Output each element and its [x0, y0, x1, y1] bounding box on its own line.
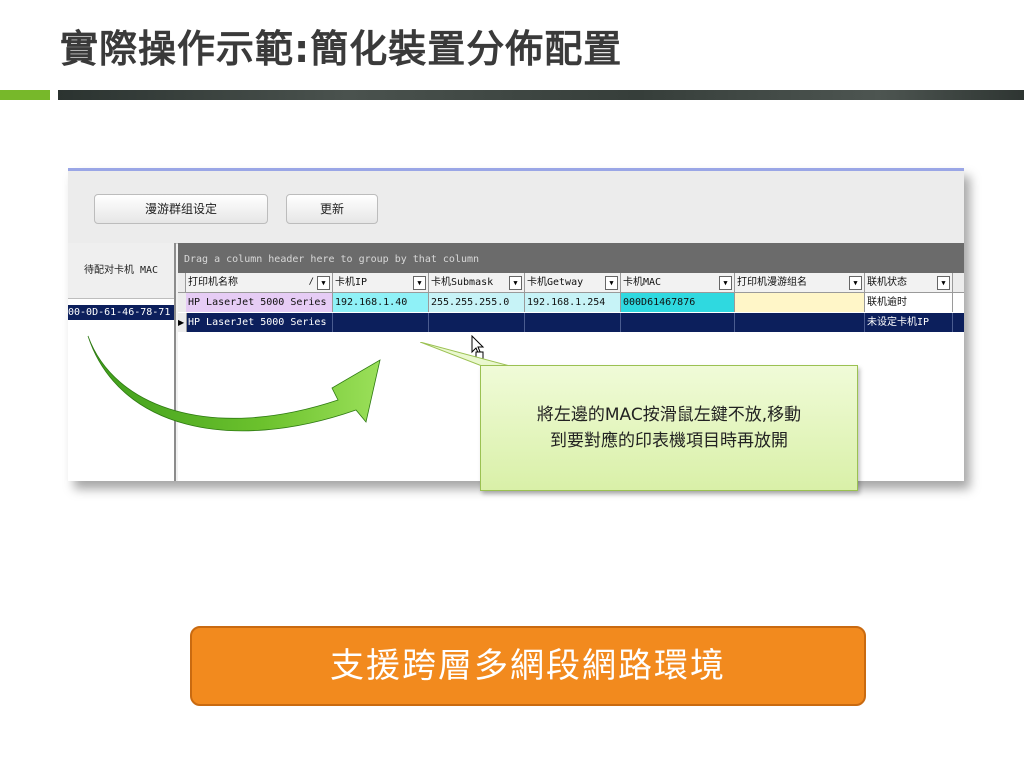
- column-label: 卡机Getway: [527, 277, 584, 288]
- header-gutter: [178, 273, 186, 292]
- column-header-roaming-group[interactable]: 打印机漫游组名 ▼: [735, 273, 865, 292]
- column-label: 卡机IP: [335, 277, 368, 288]
- column-label: 卡机Submask: [431, 277, 494, 288]
- connection-status-cell[interactable]: 联机逾时: [865, 293, 953, 312]
- card-submask-cell[interactable]: [429, 313, 525, 332]
- card-mac-cell[interactable]: 000D61467876: [621, 293, 735, 312]
- title-divider-bar: [58, 90, 1024, 100]
- update-button[interactable]: 更新: [286, 194, 378, 224]
- column-header-card-gateway[interactable]: 卡机Getway ▼: [525, 273, 621, 292]
- callout-line-1: 將左邊的MAC按滑鼠左鍵不放,移動: [536, 405, 802, 425]
- curved-arrow-icon: [87, 335, 381, 432]
- column-label: 打印机漫游组名: [737, 277, 807, 288]
- card-ip-cell[interactable]: 192.168.1.40: [333, 293, 429, 312]
- column-label: 打印机名称: [188, 277, 238, 288]
- sort-indicator: /: [308, 277, 314, 287]
- instruction-callout: 將左邊的MAC按滑鼠左鍵不放,移動 到要對應的印表機項目時再放開: [480, 365, 858, 491]
- column-header-card-submask[interactable]: 卡机Submask ▼: [429, 273, 525, 292]
- pending-mac-header: 待配对卡机 MAC: [68, 243, 174, 299]
- dropdown-arrow-icon[interactable]: ▼: [317, 276, 330, 290]
- column-header-card-ip[interactable]: 卡机IP ▼: [333, 273, 429, 292]
- group-by-hint[interactable]: Drag a column header here to group by th…: [178, 243, 964, 273]
- connection-status-cell[interactable]: 未设定卡机IP: [865, 313, 953, 332]
- column-header-connection-status[interactable]: 联机状态 ▼: [865, 273, 953, 292]
- dropdown-arrow-icon[interactable]: ▼: [849, 276, 862, 290]
- card-submask-cell[interactable]: 255.255.255.0: [429, 293, 525, 312]
- dropdown-arrow-icon[interactable]: ▼: [719, 276, 732, 290]
- dropdown-arrow-icon[interactable]: ▼: [413, 276, 426, 290]
- dropdown-arrow-icon[interactable]: ▼: [937, 276, 950, 290]
- slide-title: 實際操作示範:簡化裝置分佈配置: [60, 27, 623, 71]
- roaming-group-cell[interactable]: [735, 293, 865, 312]
- column-header-printer-name[interactable]: 打印机名称 / ▼: [186, 273, 333, 292]
- column-label: 联机状态: [867, 277, 907, 288]
- callout-line-2: 到要對應的印表機項目時再放開: [550, 431, 788, 451]
- toolbar: 漫游群组设定 更新: [68, 171, 964, 244]
- bottom-banner: 支援跨層多網段網路環境: [190, 626, 866, 706]
- column-header-card-mac[interactable]: 卡机MAC ▼: [621, 273, 735, 292]
- column-label: 卡机MAC: [623, 277, 662, 288]
- title-accent-bar: [0, 90, 50, 100]
- card-mac-cell[interactable]: [621, 313, 735, 332]
- card-gateway-cell[interactable]: 192.168.1.254: [525, 293, 621, 312]
- dropdown-arrow-icon[interactable]: ▼: [509, 276, 522, 290]
- grid-header-row: 打印机名称 / ▼ 卡机IP ▼ 卡机Submask ▼ 卡机Getway ▼ 卡机MAC…: [178, 273, 964, 293]
- roaming-group-cell[interactable]: [735, 313, 865, 332]
- roaming-group-settings-button[interactable]: 漫游群组设定: [94, 194, 268, 224]
- table-row[interactable]: HP LaserJet 5000 Series PCl 192.168.1.40…: [178, 293, 964, 312]
- card-gateway-cell[interactable]: [525, 313, 621, 332]
- dropdown-arrow-icon[interactable]: ▼: [605, 276, 618, 290]
- printer-name-cell[interactable]: HP LaserJet 5000 Series PCl: [186, 293, 333, 312]
- pending-mac-item[interactable]: 00-0D-61-46-78-71: [68, 305, 174, 320]
